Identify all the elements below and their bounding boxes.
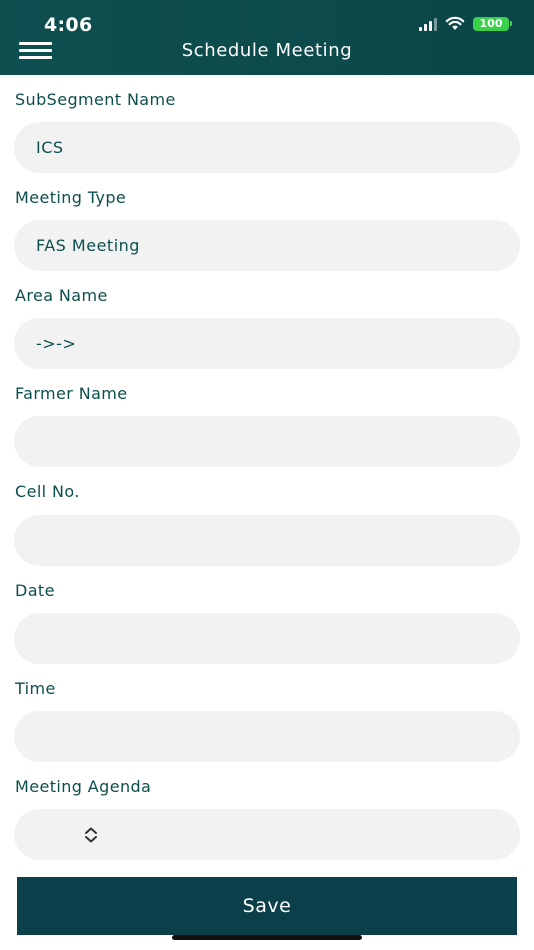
time-label: Time bbox=[15, 679, 56, 698]
area-name-label: Area Name bbox=[15, 286, 108, 305]
status-icons: 100 bbox=[419, 16, 512, 31]
save-button[interactable]: Save bbox=[17, 877, 517, 935]
signal-icon bbox=[419, 17, 437, 31]
subsegment-name-label: SubSegment Name bbox=[15, 90, 176, 109]
meeting-agenda-label: Meeting Agenda bbox=[15, 777, 152, 796]
wifi-icon bbox=[445, 16, 465, 31]
home-indicator bbox=[172, 935, 362, 940]
battery-icon: 100 bbox=[473, 16, 512, 31]
app-header: 4:06 100 Schedule Meeting bbox=[0, 0, 534, 75]
meeting-agenda-select[interactable] bbox=[14, 809, 520, 860]
meeting-type-label: Meeting Type bbox=[15, 188, 127, 207]
meeting-type-field[interactable]: FAS Meeting bbox=[14, 220, 520, 271]
date-field[interactable] bbox=[14, 613, 520, 664]
farmer-name-field[interactable] bbox=[14, 416, 520, 467]
subsegment-name-field[interactable]: ICS bbox=[14, 122, 520, 173]
status-time: 4:06 bbox=[44, 14, 93, 36]
up-down-chevron-icon bbox=[85, 827, 97, 843]
farmer-name-label: Farmer Name bbox=[15, 384, 128, 403]
date-label: Date bbox=[15, 581, 55, 600]
schedule-meeting-screen: 4:06 100 Schedule Meeting SubSegment Nam… bbox=[0, 0, 534, 950]
area-name-field[interactable]: ->-> bbox=[14, 318, 520, 369]
page-title: Schedule Meeting bbox=[181, 40, 353, 61]
cell-no-field[interactable] bbox=[14, 515, 520, 566]
battery-level: 100 bbox=[473, 16, 509, 31]
cell-no-label: Cell No. bbox=[15, 482, 80, 501]
time-field[interactable] bbox=[14, 711, 520, 762]
